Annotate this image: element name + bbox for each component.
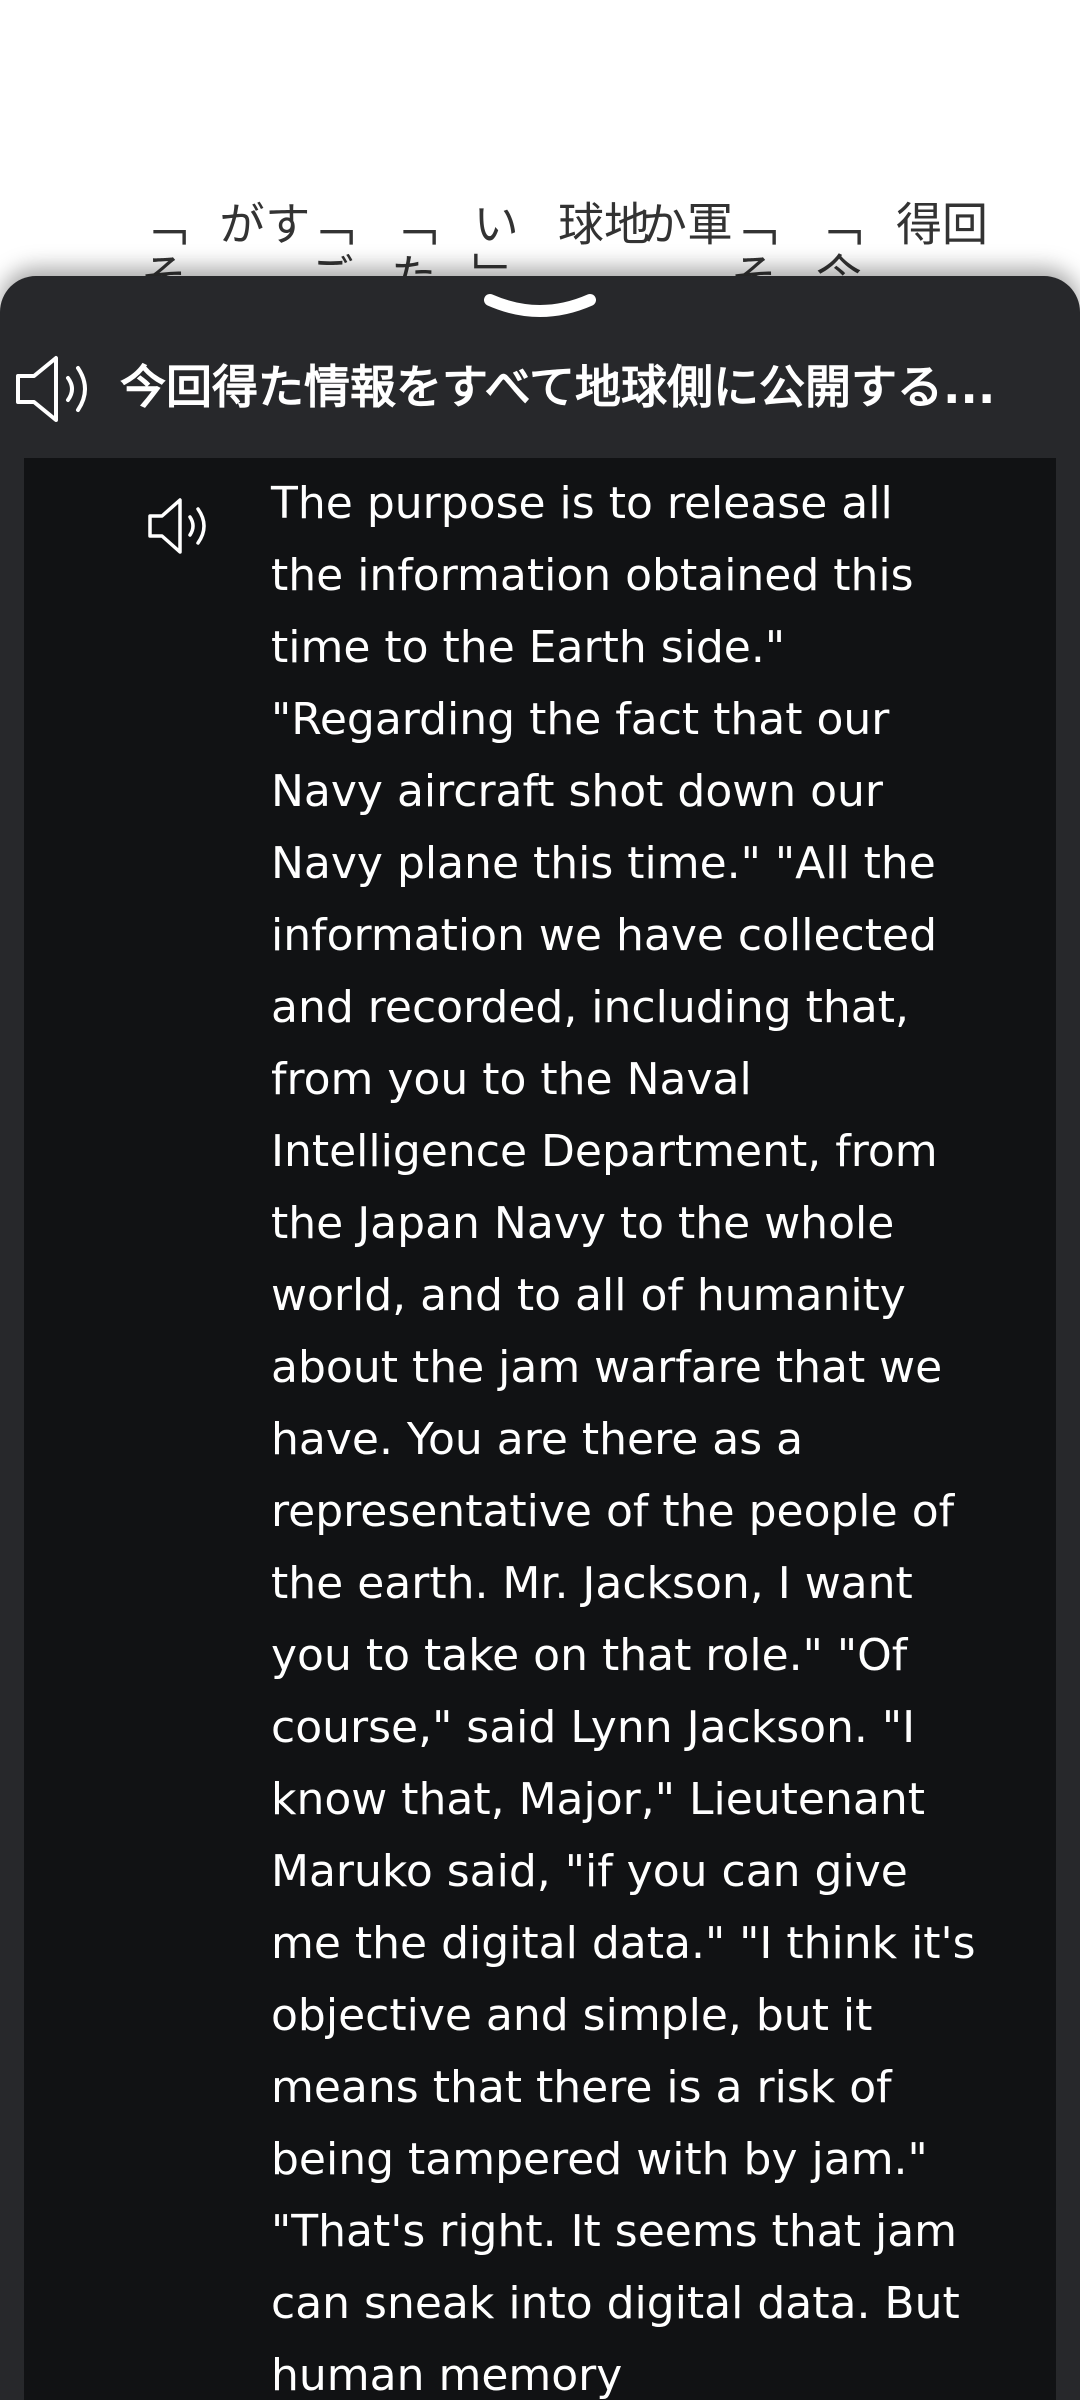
speaker-icon[interactable]: [14, 354, 94, 424]
book-page-text: 回得 「今 「そ 軍か 地球 い」 「た 「ご すが 「そ: [0, 0, 1080, 290]
speaker-icon[interactable]: [146, 496, 212, 556]
translation-text: The purpose is to release all the inform…: [271, 478, 976, 2400]
reader-page: 回得 「今 「そ 軍か 地球 い」 「た 「ご すが 「そ 今回得た情報をすべて…: [0, 0, 1080, 2400]
chevron-down-icon[interactable]: [482, 286, 598, 326]
translation-panel: The purpose is to release all the inform…: [24, 458, 1056, 2400]
source-sentence-title: 今回得た情報をすべて地球側に公開する...: [120, 360, 996, 414]
sheet-header: 今回得た情報をすべて地球側に公開する...: [0, 336, 1080, 434]
translation-sheet: 今回得た情報をすべて地球側に公開する... The purpose is to …: [0, 276, 1080, 2400]
